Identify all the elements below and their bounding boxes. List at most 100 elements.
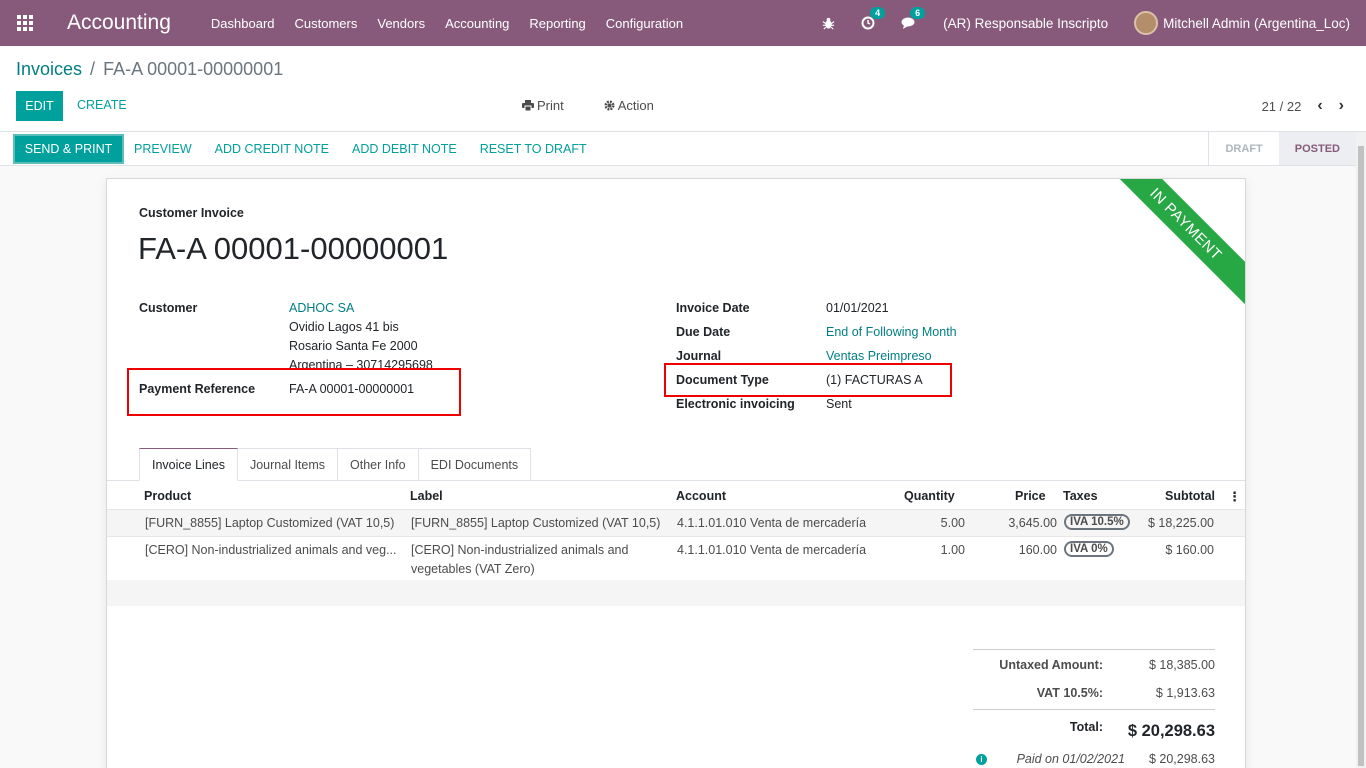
- totals-divider: [973, 709, 1215, 710]
- invoice-date-value[interactable]: 01/01/2021: [826, 301, 889, 315]
- table-row[interactable]: [CERO] Non-industrialized animals and ve…: [107, 536, 1245, 580]
- untaxed-amount-value: $ 18,385.00: [1148, 658, 1215, 672]
- scrollbar-thumb[interactable]: [1358, 146, 1364, 766]
- control-panel: Invoices / FA-A 00001-00000001 EDIT CREA…: [0, 46, 1366, 132]
- customer-link[interactable]: ADHOC SA: [289, 301, 354, 315]
- column-account[interactable]: Account: [676, 489, 726, 503]
- state-draft[interactable]: DRAFT: [1209, 132, 1278, 165]
- messages-badge: 6: [910, 7, 926, 19]
- column-label[interactable]: Label: [410, 489, 443, 503]
- tab-edi-documents[interactable]: EDI Documents: [418, 448, 532, 481]
- line-account: 4.1.1.01.010 Venta de mercadería: [677, 543, 867, 557]
- company-switcher[interactable]: (AR) Responsable Inscripto: [943, 16, 1108, 31]
- empty-row: [107, 580, 1245, 606]
- state-selector: DRAFT POSTED: [1208, 132, 1356, 165]
- line-product: [FURN_8855] Laptop Customized (VAT 10,5): [145, 516, 395, 530]
- invoice-date-label: Invoice Date: [676, 301, 750, 315]
- activity-badge: 4: [870, 7, 886, 19]
- tax-tag: IVA 10.5%: [1064, 514, 1130, 530]
- breadcrumb: Invoices / FA-A 00001-00000001: [16, 59, 283, 80]
- tax-tag: IVA 0%: [1064, 541, 1114, 557]
- preview-button[interactable]: PREVIEW: [134, 142, 192, 156]
- highlight-box: [664, 363, 952, 397]
- pager-next-icon[interactable]: ›: [1339, 97, 1344, 115]
- apps-grid-icon: [17, 15, 33, 31]
- menu-configuration[interactable]: Configuration: [606, 16, 683, 31]
- column-taxes[interactable]: Taxes: [1063, 489, 1098, 503]
- edit-button[interactable]: EDIT: [16, 91, 63, 121]
- column-product[interactable]: Product: [144, 489, 191, 503]
- user-avatar[interactable]: [1134, 11, 1159, 35]
- state-posted[interactable]: POSTED: [1278, 132, 1356, 165]
- total-label: Total:: [1069, 720, 1103, 734]
- menu-reporting[interactable]: Reporting: [529, 16, 585, 31]
- gear-icon: [604, 100, 615, 111]
- print-menu[interactable]: Print: [522, 98, 584, 113]
- due-date-link[interactable]: End of Following Month: [826, 325, 957, 339]
- line-price: 160.00: [1018, 543, 1057, 557]
- payment-info-icon[interactable]: i: [976, 754, 987, 765]
- add-debit-note-button[interactable]: ADD DEBIT NOTE: [352, 142, 457, 156]
- pager-previous-icon[interactable]: ‹: [1317, 97, 1322, 115]
- optional-columns-icon[interactable]: ⋮: [1228, 489, 1241, 505]
- breadcrumb-invoices[interactable]: Invoices: [16, 59, 82, 80]
- activity-clock-icon[interactable]: 4: [861, 7, 886, 30]
- paid-value: $ 20,298.63: [1148, 752, 1215, 766]
- total-value: $ 20,298.63: [1127, 722, 1215, 740]
- print-icon: [522, 100, 534, 112]
- untaxed-amount-label: Untaxed Amount:: [999, 658, 1103, 672]
- table-row[interactable]: [FURN_8855] Laptop Customized (VAT 10,5)…: [107, 509, 1245, 536]
- main-menu: Dashboard Customers Vendors Accounting R…: [211, 16, 703, 31]
- add-credit-note-button[interactable]: ADD CREDIT NOTE: [215, 142, 329, 156]
- column-quantity[interactable]: Quantity: [904, 489, 955, 503]
- paid-on-label: Paid on 01/02/2021: [1016, 752, 1125, 766]
- statusbar: SEND & PRINT PREVIEW ADD CREDIT NOTE ADD…: [0, 132, 1366, 166]
- page-scrollbar[interactable]: [1356, 132, 1366, 768]
- column-price[interactable]: Price: [1015, 489, 1046, 503]
- action-menu[interactable]: Action: [604, 98, 674, 113]
- reset-to-draft-button[interactable]: RESET TO DRAFT: [480, 142, 587, 156]
- menu-dashboard[interactable]: Dashboard: [211, 16, 275, 31]
- line-label-continued: vegetables (VAT Zero): [411, 562, 535, 576]
- line-quantity: 1.00: [940, 543, 965, 557]
- highlight-box: [127, 368, 461, 416]
- menu-vendors[interactable]: Vendors: [377, 16, 425, 31]
- pager: 21 / 22 ‹ ›: [1262, 97, 1344, 115]
- line-product: [CERO] Non-industrialized animals and ve…: [145, 543, 397, 557]
- invoice-number: FA-A 00001-00000001: [138, 231, 449, 266]
- vat-value: $ 1,913.63: [1155, 686, 1215, 700]
- journal-label: Journal: [676, 349, 722, 363]
- apps-menu-button[interactable]: [0, 0, 50, 46]
- send-print-button[interactable]: SEND & PRINT: [13, 134, 124, 164]
- tab-other-info[interactable]: Other Info: [338, 448, 419, 481]
- line-label: [CERO] Non-industrialized animals and: [411, 543, 629, 557]
- line-subtotal: $ 160.00: [1165, 543, 1214, 557]
- line-subtotal: $ 18,225.00: [1147, 516, 1214, 530]
- user-menu[interactable]: Mitchell Admin (Argentina_Loc): [1163, 16, 1350, 31]
- customer-label: Customer: [139, 301, 198, 315]
- column-subtotal[interactable]: Subtotal: [1165, 489, 1215, 503]
- customer-address-line: Rosario Santa Fe 2000: [289, 339, 418, 353]
- vat-label: VAT 10.5%:: [1036, 686, 1103, 700]
- line-account: 4.1.1.01.010 Venta de mercadería: [677, 516, 867, 530]
- breadcrumb-separator: /: [90, 59, 96, 79]
- customer-address-line: Ovidio Lagos 41 bis: [289, 320, 399, 334]
- line-price: 3,645.00: [1008, 516, 1057, 530]
- menu-accounting[interactable]: Accounting: [445, 16, 509, 31]
- menu-customers[interactable]: Customers: [295, 16, 358, 31]
- in-payment-ribbon: IN PAYMENT: [1101, 179, 1245, 309]
- create-button[interactable]: CREATE: [77, 98, 127, 112]
- messages-chat-icon[interactable]: 6: [901, 7, 926, 30]
- line-label: [FURN_8855] Laptop Customized (VAT 10,5): [411, 516, 661, 530]
- pager-value[interactable]: 21 / 22: [1262, 99, 1302, 114]
- tab-invoice-lines[interactable]: Invoice Lines: [139, 448, 238, 481]
- electronic-invoicing-value: Sent: [826, 397, 852, 411]
- journal-link[interactable]: Ventas Preimpreso: [826, 349, 932, 363]
- print-label: Print: [537, 98, 564, 113]
- form-sheet: IN PAYMENT Customer Invoice FA-A 00001-0…: [106, 178, 1246, 768]
- line-quantity: 5.00: [940, 516, 965, 530]
- document-type-title: Customer Invoice: [139, 206, 244, 220]
- debug-bug-icon[interactable]: [822, 17, 835, 30]
- app-name[interactable]: Accounting: [67, 11, 171, 35]
- tab-journal-items[interactable]: Journal Items: [237, 448, 338, 481]
